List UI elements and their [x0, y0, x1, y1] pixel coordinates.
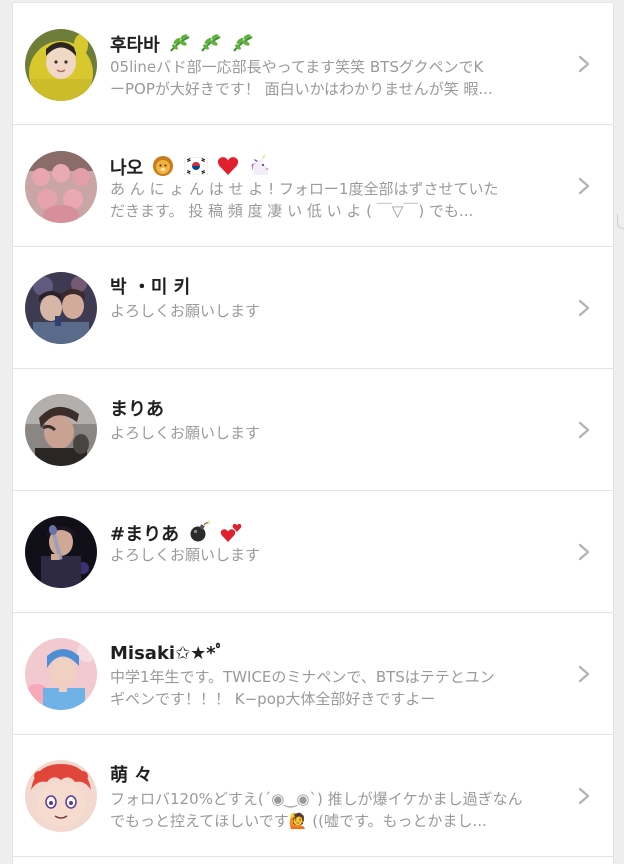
- avatar: [25, 151, 97, 223]
- user-name: 박 ・미 키: [110, 277, 191, 298]
- user-name: Misaki✩★*ﾟ: [110, 643, 225, 664]
- bio-line: ーPOPが大好きです！ 面白いかはわかりませんが笑 暇...: [110, 80, 493, 98]
- user-row[interactable]: #まりあ よろしくお願いします: [13, 491, 613, 613]
- bio-line: 中学1年生です。TWICEのミナペンで、BTSはテテとユン: [110, 668, 495, 686]
- avatar: [25, 272, 97, 344]
- user-bio: フォロバ120%どすえ(´◉‿◉`) 推しが爆イケかまし過ぎなん でもっと控えて…: [110, 788, 556, 832]
- chevron-right-icon[interactable]: [577, 299, 591, 317]
- chevron-right-icon[interactable]: [577, 787, 591, 805]
- avatar: [25, 29, 97, 101]
- bio-line: よろしくお願いします: [110, 424, 261, 442]
- user-bio: 中学1年生です。TWICEのミナペンで、BTSはテテとユン ギペンです！！！ K…: [110, 666, 556, 710]
- avatar: [25, 394, 97, 466]
- avatar: [25, 638, 97, 710]
- avatar: [25, 760, 97, 832]
- user-name: 萌 々: [110, 765, 153, 786]
- bio-line: ギペンです！！！ K−pop大体全部好きですよー: [110, 690, 436, 708]
- user-bio: よろしくお願いします: [110, 300, 556, 322]
- user-bio: よろしくお願いします: [110, 544, 556, 566]
- bio-line: でもっと控えてほしいです🙋 ((嘘です。もっとかまし...: [110, 812, 487, 830]
- app-screen: 후타바 05lineバド部一応部長やってます笑笑 BTSグクペンでK ーPOPが…: [0, 0, 624, 864]
- user-list: 후타바 05lineバド部一応部長やってます笑笑 BTSグクペンでK ーPOPが…: [12, 2, 614, 864]
- bio-line: 05lineバド部一応部長やってます笑笑 BTSグクペンでK: [110, 58, 484, 76]
- user-name: まりあ: [110, 399, 164, 420]
- user-row[interactable]: Misaki✩★*ﾟ 中学1年生です。TWICEのミナペンで、BTSはテテとユン…: [13, 613, 613, 735]
- bio-line: フォロバ120%どすえ(´◉‿◉`) 推しが爆イケかまし過ぎなん: [110, 790, 523, 808]
- user-row[interactable]: 박 ・미 키 よろしくお願いします: [13, 247, 613, 369]
- scroll-indicator[interactable]: [617, 214, 624, 229]
- bio-line: だきます。 投 稿 頻 度 凄 い 低 い よ ( ￣▽￣) でも...: [110, 202, 474, 220]
- chevron-right-icon[interactable]: [577, 665, 591, 683]
- chevron-right-icon[interactable]: [577, 177, 591, 195]
- user-bio: あ ん に ょ ん は せ よ ! フォロー1度全部はずさせていた だきます。 …: [110, 178, 556, 222]
- user-bio: 05lineバド部一応部長やってます笑笑 BTSグクペンでK ーPOPが大好きで…: [110, 56, 556, 100]
- user-bio: よろしくお願いします: [110, 422, 556, 444]
- chevron-right-icon[interactable]: [577, 421, 591, 439]
- user-row[interactable]: 나오 あ ん に ょ ん は せ よ ! フォロー1度全部はずさせていた だきま…: [13, 125, 613, 247]
- avatar: [25, 516, 97, 588]
- user-row[interactable]: まりあ よろしくお願いします: [13, 369, 613, 491]
- bio-line: あ ん に ょ ん は せ よ ! フォロー1度全部はずさせていた: [110, 180, 499, 198]
- bio-line: よろしくお願いします: [110, 302, 261, 320]
- bio-line: よろしくお願いします: [110, 546, 261, 564]
- user-row[interactable]: 후타바 05lineバド部一応部長やってます笑笑 BTSグクペンでK ーPOPが…: [13, 3, 613, 125]
- user-row[interactable]: 萌 々 フォロバ120%どすえ(´◉‿◉`) 推しが爆イケかまし過ぎなん でもっ…: [13, 735, 613, 857]
- chevron-right-icon[interactable]: [577, 55, 591, 73]
- chevron-right-icon[interactable]: [577, 543, 591, 561]
